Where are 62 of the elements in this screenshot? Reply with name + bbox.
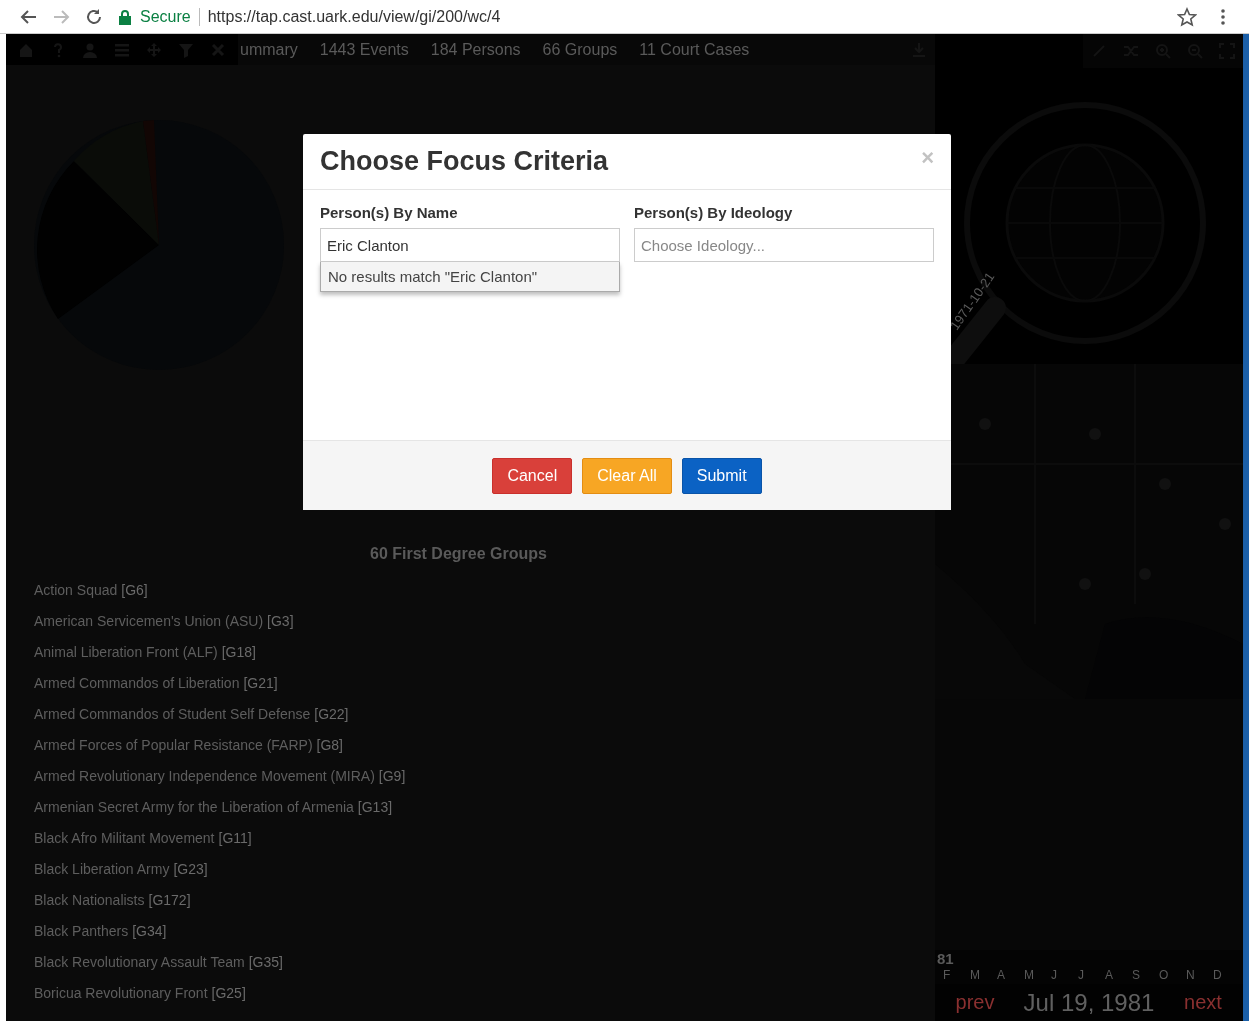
group-code: [G21] xyxy=(243,675,278,691)
group-code: [G13] xyxy=(357,799,393,815)
no-results-message: No results match "Eric Clanton" xyxy=(320,262,620,292)
month-label: M xyxy=(1024,968,1035,982)
month-label: J xyxy=(1078,968,1085,982)
group-code: [G6] xyxy=(121,582,148,598)
group-code: [G34] xyxy=(132,923,167,939)
input-field[interactable]: Choose Ideology... xyxy=(634,228,934,262)
prev-button[interactable]: prev xyxy=(935,991,1015,1014)
app-tab[interactable]: 184 Persons xyxy=(430,40,521,59)
year-label: 81 xyxy=(936,950,955,966)
close-button[interactable]: × xyxy=(921,144,934,171)
submit-button[interactable]: Submit xyxy=(681,457,762,494)
group-code: [G23] xyxy=(173,861,208,877)
group-code: [G18] xyxy=(221,644,256,660)
secure-label: Secure xyxy=(140,7,191,26)
group-code: [G8] xyxy=(316,737,343,753)
group-link[interactable]: Armed Revolutionary Independence Movement (MIRA) xyxy=(34,768,375,784)
dialog-title: Choose Focus Criteria xyxy=(320,146,609,177)
group-link[interactable]: Black Revolutionary Assault Team xyxy=(34,954,245,970)
group-link[interactable]: Black Nationalists xyxy=(34,892,145,908)
month-label: N xyxy=(1186,968,1196,982)
app-tab[interactable]: 11 Court Cases xyxy=(639,40,750,59)
month-label: A xyxy=(1105,968,1114,982)
group-link[interactable]: American Servicemen's Union (ASU) xyxy=(34,613,264,629)
month-label: F xyxy=(943,968,952,982)
month-label: M xyxy=(970,968,981,982)
group-code: [G35] xyxy=(248,954,283,970)
group-link[interactable]: Animal Liberation Front (ALF) xyxy=(34,644,218,660)
group-code: [G11] xyxy=(218,830,252,846)
group-code: [G3] xyxy=(267,613,294,629)
next-button[interactable]: next xyxy=(1163,991,1243,1014)
app-tab[interactable]: ummary xyxy=(240,40,298,59)
group-link[interactable]: Black Panthers xyxy=(34,923,129,939)
group-code: [G9] xyxy=(378,768,406,784)
app-tab[interactable]: 66 Groups xyxy=(542,40,618,59)
month-label: S xyxy=(1132,968,1141,982)
clear-button[interactable]: Clear All xyxy=(582,457,672,494)
group-link[interactable]: Boricua Revolutionary Front xyxy=(34,985,208,1001)
group-link[interactable]: Armed Forces of Popular Resistance (FARP) xyxy=(34,737,313,753)
group-link[interactable]: Armenian Secret Army for the Liberation of Armenia xyxy=(34,799,354,815)
group-code: [G22] xyxy=(314,706,349,722)
month-label: O xyxy=(1159,968,1170,982)
star-icon[interactable] xyxy=(1177,6,1197,27)
month-label: A xyxy=(997,968,1006,982)
group-link[interactable]: Armed Commandos of Student Self Defense xyxy=(34,706,311,722)
app-tab[interactable]: 1443 Events xyxy=(319,40,409,59)
field-label: Person(s) By Ideology xyxy=(634,204,794,223)
month-label: D xyxy=(1213,968,1223,982)
section-heading: 60 First Degree Groups xyxy=(370,545,548,563)
group-link[interactable]: Black Afro Militant Movement xyxy=(34,830,215,846)
group-link[interactable]: Action Squad xyxy=(34,582,118,598)
group-link[interactable]: Armed Commandos of Liberation xyxy=(34,675,240,691)
field-label: Person(s) By Name xyxy=(320,204,459,223)
group-link[interactable]: Black Liberation Army xyxy=(34,861,170,877)
address-bar[interactable]: https://tap.cast.uark.edu/view/gi/200/wc/4 xyxy=(207,7,501,26)
group-code: [G25] xyxy=(211,985,246,1001)
month-label: J xyxy=(1051,968,1058,982)
current-date: Jul 19, 1981 xyxy=(1022,988,1156,1017)
group-code: [G172] xyxy=(148,892,191,908)
input-field[interactable]: Eric Clanton xyxy=(320,228,620,262)
cancel-button[interactable]: Cancel xyxy=(492,457,573,494)
